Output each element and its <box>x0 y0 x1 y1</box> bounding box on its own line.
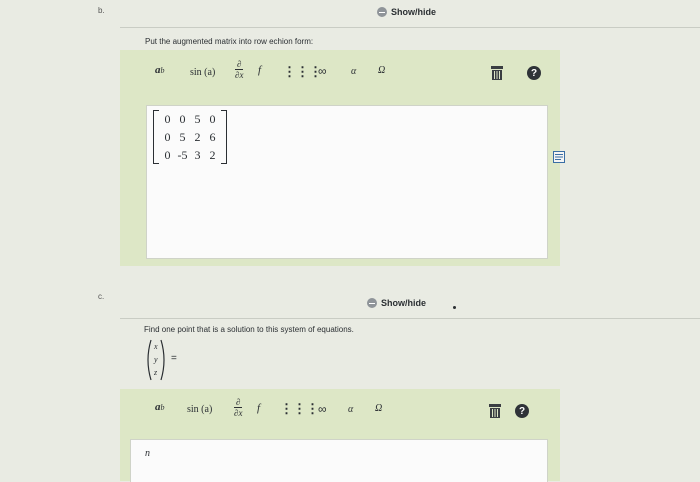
sin-button[interactable]: sin (a) <box>187 404 212 415</box>
partial-numerator: ∂ <box>234 397 243 408</box>
matrix-row: 0 0 5 0 <box>160 110 220 128</box>
partial-f-label-wrap: f <box>258 64 261 76</box>
partial-denominator: ∂x <box>235 70 244 80</box>
clear-button[interactable] <box>489 404 501 418</box>
document-preview-icon <box>553 151 565 163</box>
partial-denominator: ∂x <box>234 408 243 418</box>
vector-entry-z: z <box>154 368 158 377</box>
partial-numerator: ∂ <box>235 59 244 70</box>
augmented-matrix: 0 0 5 0 0 5 2 6 0 -5 3 2 <box>153 110 227 164</box>
matrix-cell[interactable]: 0 <box>160 110 175 128</box>
partial-derivative-button[interactable]: ∂ ∂x <box>234 397 243 418</box>
showhide-label: Show/hide <box>391 7 436 17</box>
trash-icon <box>489 404 501 418</box>
power-exponent: b <box>160 65 165 75</box>
partial-derivative-button[interactable]: ∂ ∂x <box>235 59 244 80</box>
matrix-cell[interactable]: 2 <box>205 146 220 164</box>
matrix-grid-button[interactable]: ⋮⋮⋮ <box>280 401 319 417</box>
help-glyph: ? <box>530 67 538 79</box>
partial-f-label: f <box>257 402 261 414</box>
help-button[interactable]: ? <box>527 66 541 80</box>
power-button[interactable]: ab <box>155 401 165 413</box>
math-toolbar: ab sin (a) ∂ ∂x f ⋮⋮⋮ ∞ α Ω ? <box>120 50 560 98</box>
collapse-icon <box>367 298 377 308</box>
sin-label: sin (a) <box>187 404 213 415</box>
infinity-icon: ∞ <box>318 402 327 416</box>
power-button[interactable]: ab <box>155 64 165 76</box>
part-b-prompt: Put the augmented matrix into row echion… <box>145 37 314 46</box>
matrix-cell[interactable]: 0 <box>160 146 175 164</box>
input-value: n <box>145 448 150 459</box>
preview-button[interactable] <box>553 150 565 168</box>
help-button[interactable]: ? <box>515 404 529 418</box>
grid-icon: ⋮⋮⋮ <box>283 64 322 79</box>
left-bracket <box>153 110 159 164</box>
right-bracket <box>221 110 227 164</box>
infinity-button[interactable]: ∞ <box>318 402 327 416</box>
help-icon: ? <box>527 66 541 80</box>
divider <box>120 27 700 28</box>
part-b-label: b. <box>98 6 105 15</box>
part-b-answer-panel: ab sin (a) ∂ ∂x f ⋮⋮⋮ ∞ α Ω ? 0 0 5 0 0 … <box>120 50 560 266</box>
cursor-dot <box>453 306 456 309</box>
matrix-row: 0 -5 3 2 <box>160 146 220 164</box>
solution-vector: x y z <box>145 338 167 382</box>
matrix-cell[interactable]: 2 <box>190 128 205 146</box>
vector-entry-y: y <box>154 355 158 364</box>
matrix-cell[interactable]: 3 <box>190 146 205 164</box>
partial-f-label-wrap: f <box>257 402 260 414</box>
part-c-prompt: Find one point that is a solution to thi… <box>144 325 354 334</box>
matrix-answer-input[interactable]: 0 0 5 0 0 5 2 6 0 -5 3 2 <box>146 105 548 259</box>
matrix-cell[interactable]: 0 <box>160 128 175 146</box>
infinity-button[interactable]: ∞ <box>318 64 327 78</box>
clear-button[interactable] <box>491 66 503 80</box>
help-glyph: ? <box>518 405 526 417</box>
alpha-icon: α <box>351 66 357 77</box>
part-c-label: c. <box>98 292 105 301</box>
math-toolbar: ab sin (a) ∂ ∂x f ⋮⋮⋮ ∞ α Ω ? <box>120 389 560 433</box>
sin-button[interactable]: sin (a) <box>190 67 215 78</box>
equals-sign: = <box>171 353 177 364</box>
matrix-cell[interactable]: 6 <box>205 128 220 146</box>
part-c-answer-panel: ab sin (a) ∂ ∂x f ⋮⋮⋮ ∞ α Ω ? n <box>120 389 560 482</box>
infinity-icon: ∞ <box>318 64 327 78</box>
alpha-icon: α <box>348 404 354 415</box>
partial-f-label: f <box>258 64 262 76</box>
vector-entry-x: x <box>154 342 158 351</box>
omega-icon: Ω <box>378 65 386 76</box>
alpha-button[interactable]: α <box>348 404 353 415</box>
part-b-showhide-toggle[interactable]: Show/hide <box>377 7 436 17</box>
matrix-cell[interactable]: 5 <box>175 128 190 146</box>
grid-icon: ⋮⋮⋮ <box>280 401 319 416</box>
trash-icon <box>491 66 503 80</box>
help-icon: ? <box>515 404 529 418</box>
omega-button[interactable]: Ω <box>375 403 382 414</box>
collapse-icon <box>377 7 387 17</box>
omega-icon: Ω <box>375 403 383 414</box>
point-answer-input[interactable]: n <box>130 439 548 482</box>
matrix-cell[interactable]: 0 <box>205 110 220 128</box>
matrix-grid-button[interactable]: ⋮⋮⋮ <box>283 64 322 80</box>
alpha-button[interactable]: α <box>351 66 356 77</box>
divider <box>120 318 700 319</box>
sin-label: sin (a) <box>190 67 216 78</box>
showhide-label: Show/hide <box>381 298 426 308</box>
matrix-table: 0 0 5 0 0 5 2 6 0 -5 3 2 <box>160 110 220 164</box>
part-c-showhide-toggle[interactable]: Show/hide <box>367 298 426 308</box>
matrix-cell[interactable]: -5 <box>175 146 190 164</box>
omega-button[interactable]: Ω <box>378 65 385 76</box>
matrix-row: 0 5 2 6 <box>160 128 220 146</box>
power-exponent: b <box>160 402 165 412</box>
matrix-cell[interactable]: 0 <box>175 110 190 128</box>
matrix-cell[interactable]: 5 <box>190 110 205 128</box>
